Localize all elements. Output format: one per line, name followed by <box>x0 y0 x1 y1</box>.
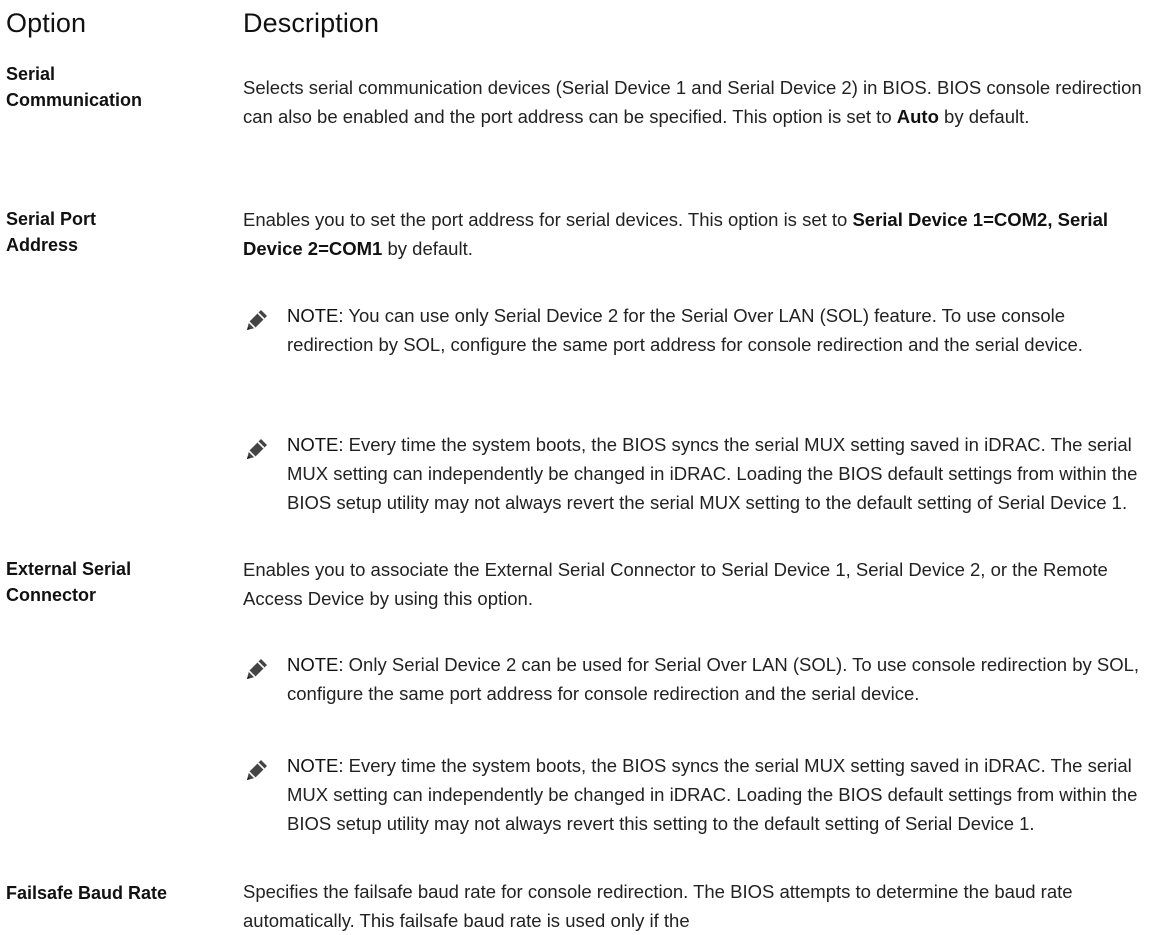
note-text: NOTE: Every time the system boots, the B… <box>287 755 1138 834</box>
note-text: NOTE: Every time the system boots, the B… <box>287 434 1138 513</box>
option-label-serial-port-address: Serial Port Address <box>6 209 97 255</box>
description-serial-port-address: Enables you to set the port address for … <box>243 209 1109 259</box>
pencil-note-icon <box>245 308 269 332</box>
note-text: NOTE: You can use only Serial Device 2 f… <box>287 305 1083 355</box>
pencil-note-icon <box>245 437 269 461</box>
pencil-note-icon <box>245 657 269 681</box>
option-label-external-serial-connector: External Serial Connector <box>6 559 132 605</box>
description-serial-communication: Selects serial communication devices (Se… <box>243 77 1142 127</box>
column-header-description: Description <box>243 8 380 38</box>
option-label-failsafe-baud-rate: Failsafe Baud Rate <box>6 883 168 903</box>
description-external-serial-connector: Enables you to associate the External Se… <box>243 559 1108 609</box>
option-label-serial-communication: Serial Communication <box>6 64 143 110</box>
column-header-option: Option <box>6 8 87 38</box>
pencil-note-icon <box>245 758 269 782</box>
document-page: Option Description Serial Communication … <box>0 0 1155 933</box>
description-failsafe-baud-rate: Specifies the failsafe baud rate for con… <box>243 881 1073 931</box>
note-text: NOTE: Only Serial Device 2 can be used f… <box>287 654 1140 704</box>
